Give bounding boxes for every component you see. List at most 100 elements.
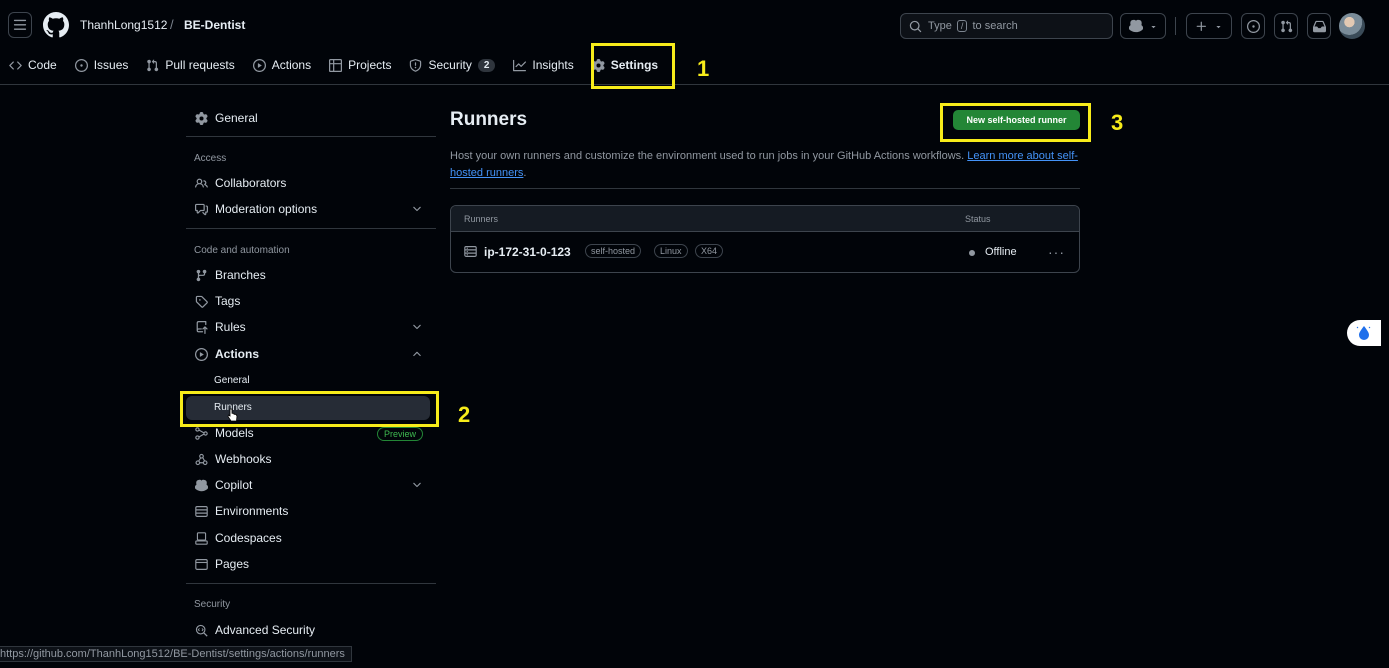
sidebar-item-label: General [215, 111, 258, 125]
tab-projects[interactable]: Projects [320, 52, 400, 78]
copilot-icon [194, 479, 208, 492]
sidebar-item-label: Moderation options [215, 202, 318, 216]
search-placeholder-suffix: to search [972, 20, 1018, 32]
git-pull-request-icon [1280, 19, 1292, 32]
tab-label: Code [28, 58, 57, 72]
sidebar-item-general[interactable]: General [194, 108, 258, 128]
hamburger-icon [13, 19, 27, 30]
menu-button[interactable] [8, 12, 32, 38]
sidebar-subitem-actions-general[interactable]: General [214, 375, 250, 386]
server-icon [194, 505, 208, 518]
inbox-icon [1312, 20, 1326, 32]
breadcrumb-owner[interactable]: ThanhLong1512 [80, 18, 167, 32]
tab-security[interactable]: Security 2 [400, 52, 504, 78]
sidebar-item-branches[interactable]: Branches [194, 265, 266, 285]
sidebar-item-copilot[interactable]: Copilot [194, 475, 252, 495]
sidebar-item-label: Advanced Security [215, 623, 316, 637]
security-counter-badge: 2 [477, 58, 496, 72]
runner-status: Offline [985, 246, 1017, 258]
copilot-button[interactable] [1120, 13, 1166, 39]
people-icon [194, 177, 208, 190]
chevron-down-icon[interactable] [411, 479, 423, 491]
github-logo-icon[interactable] [43, 12, 69, 38]
sidebar-item-rules[interactable]: Rules [194, 317, 246, 337]
tab-pull-requests[interactable]: Pull requests [137, 52, 243, 78]
tab-actions[interactable]: Actions [244, 52, 320, 78]
runner-label: Linux [654, 244, 688, 258]
shield-icon [409, 58, 422, 72]
highlight-box-settings [591, 43, 675, 89]
annotation-number-3: 3 [1111, 110, 1124, 135]
tab-label: Projects [348, 58, 392, 72]
status-dot-icon [969, 250, 975, 256]
chevron-down-icon[interactable] [411, 203, 423, 215]
play-icon [252, 58, 266, 72]
caret-down-icon [1150, 25, 1156, 28]
codespaces-icon [194, 531, 208, 545]
plus-icon [1196, 21, 1206, 31]
sidebar-item-codespaces[interactable]: Codespaces [194, 528, 282, 548]
table-icon [329, 58, 343, 72]
page-title: Runners [450, 109, 528, 130]
copilot-icon [1128, 19, 1143, 33]
annotation-number-2: 2 [458, 402, 471, 427]
tab-label: Pull requests [165, 58, 235, 72]
preview-badge: Preview [377, 427, 424, 441]
tab-code[interactable]: Code [0, 52, 66, 78]
sidebar-heading-access: Access [194, 153, 227, 164]
issue-icon [74, 58, 88, 72]
sidebar-item-collaborators[interactable]: Collaborators [194, 173, 286, 193]
breadcrumb-separator: / [170, 17, 174, 32]
issue-opened-icon [1246, 19, 1260, 33]
search-input[interactable]: Type / to search [900, 13, 1113, 39]
sidebar-item-tags[interactable]: Tags [194, 291, 240, 311]
runner-label: self-hosted [585, 244, 642, 258]
sidebar-item-pages[interactable]: Pages [194, 554, 249, 574]
sidebar-divider [186, 583, 436, 584]
runner-label: X64 [695, 244, 724, 258]
tab-label: Security [428, 58, 472, 72]
runner-name-link[interactable]: ip-172-31-0-123 [484, 245, 571, 259]
tab-issues[interactable]: Issues [66, 52, 138, 78]
sidebar-item-actions[interactable]: Actions [194, 344, 259, 364]
create-new-button[interactable] [1186, 13, 1232, 39]
issues-button[interactable] [1241, 13, 1265, 39]
sidebar-item-moderation-options[interactable]: Moderation options [194, 199, 317, 219]
table-row: ip-172-31-0-123 self-hosted Linux X64 Of… [451, 232, 1079, 272]
sidebar-item-webhooks[interactable]: Webhooks [194, 449, 271, 469]
tab-insights[interactable]: Insights [504, 52, 582, 78]
caret-down-icon [1216, 25, 1221, 28]
column-header-status: Status [965, 214, 991, 224]
sidebar-item-label: Codespaces [215, 531, 282, 545]
kebab-menu-icon[interactable]: ··· [1048, 244, 1065, 260]
extension-droplet-icon [1356, 326, 1371, 340]
search-shortcut-key: / [956, 20, 968, 32]
tab-label: Insights [532, 58, 574, 72]
sidebar-divider [186, 136, 436, 137]
tab-label: Issues [93, 58, 129, 72]
breadcrumb-repo[interactable]: BE-Dentist [184, 18, 245, 32]
git-branch-icon [194, 269, 208, 282]
sidebar-item-label: Environments [215, 504, 289, 518]
annotation-number-1: 1 [697, 56, 710, 81]
search-placeholder-prefix: Type [928, 20, 952, 32]
chevron-down-icon[interactable] [411, 321, 423, 333]
codescan-icon [194, 624, 208, 637]
sidebar-item-environments[interactable]: Environments [194, 501, 288, 521]
new-self-hosted-runner-button[interactable]: New self-hosted runner [953, 110, 1080, 130]
floating-extension-button[interactable] [1347, 320, 1381, 346]
ai-model-icon [194, 426, 208, 440]
inbox-button[interactable] [1307, 13, 1331, 39]
chevron-up-icon[interactable] [411, 348, 423, 360]
sidebar-item-label: Rules [215, 320, 246, 334]
user-avatar[interactable] [1339, 13, 1365, 39]
browser-status-url: https://github.com/ThanhLong1512/BE-Dent… [0, 646, 352, 662]
sidebar-item-advanced-security[interactable]: Advanced Security [194, 620, 315, 640]
sidebar-heading-code-automation: Code and automation [194, 245, 290, 256]
pull-requests-button[interactable] [1274, 13, 1298, 39]
sidebar-item-label: Copilot [215, 478, 253, 492]
content-divider [450, 188, 1080, 189]
tab-label: Actions [271, 58, 312, 72]
sidebar-item-models[interactable]: Models [194, 423, 254, 443]
sidebar-item-label: Pages [215, 557, 250, 571]
